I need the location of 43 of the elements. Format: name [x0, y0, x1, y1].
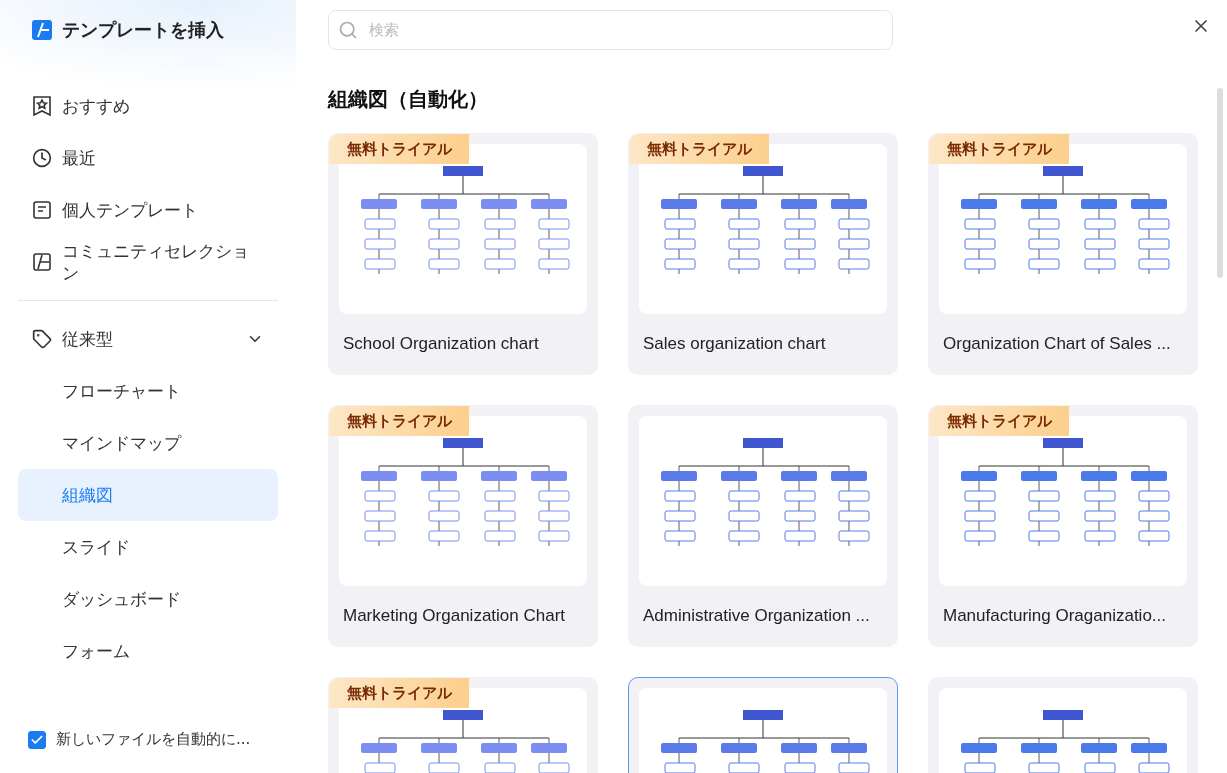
app-logo-icon [32, 20, 52, 40]
template-title: Sales organization chart [643, 334, 826, 354]
template-title: Marketing Organization Chart [343, 606, 566, 626]
template-title: School Organization chart [343, 334, 539, 354]
template-card[interactable]: 無料トライアル Organization Chart of Sales ... [928, 133, 1198, 375]
template-title: Administrative Organization ... [643, 606, 870, 626]
template-title: Organization Chart of Sales ... [943, 334, 1171, 354]
search-field[interactable]: 検索 [328, 10, 893, 50]
section-title: 組織図（自動化） [328, 86, 489, 113]
star-bookmark-icon [32, 95, 52, 117]
template-card[interactable]: Administrative Organization ... [628, 405, 898, 647]
sidebar-item[interactable]: 最近 [18, 132, 278, 184]
sidebar-subitem[interactable]: マインドマップ [18, 417, 278, 469]
tag-icon [32, 329, 52, 349]
template-title: Manufacturing Oraganizatio... [943, 606, 1166, 626]
trial-badge: 無料トライアル [329, 406, 469, 436]
trial-badge: 無料トライアル [329, 134, 469, 164]
sidebar-subitem[interactable]: フローチャート [18, 365, 278, 417]
sidebar-subitem[interactable]: スライド [18, 521, 278, 573]
category-group-header[interactable]: 従来型 [18, 313, 278, 365]
template-card[interactable]: 無料トライアル [328, 677, 598, 773]
sidebar-item[interactable]: おすすめ [18, 80, 278, 132]
clock-icon [32, 148, 52, 168]
sidebar-subitem[interactable]: 組織図 [18, 469, 278, 521]
template-card[interactable]: 無料トライアル Sales organization chart [628, 133, 898, 375]
sidebar-subitem[interactable]: ダッシュボード [18, 573, 278, 625]
trial-badge: 無料トライアル [929, 406, 1069, 436]
template-card[interactable]: 無料トライアル School Organization chart [328, 133, 598, 375]
scrollbar[interactable] [1217, 88, 1223, 278]
trial-badge: 無料トライアル [629, 134, 769, 164]
template-card[interactable]: 無料トライアル Marketing Organization Chart [328, 405, 598, 647]
trial-badge: 無料トライアル [329, 678, 469, 708]
template-card[interactable]: 無料トライアル Manufacturing Oraganizatio... [928, 405, 1198, 647]
sidebar-item[interactable]: 個人テンプレート [18, 184, 278, 236]
dialog-title: テンプレートを挿入 [62, 18, 224, 42]
checkbox-label: 新しいファイルを自動的に... [56, 730, 251, 749]
search-icon [338, 20, 358, 40]
sidebar-subitem[interactable]: フォーム [18, 625, 278, 677]
sidebar-item[interactable]: コミュニティセレクション [18, 236, 278, 288]
document-icon [32, 200, 52, 220]
layout-panel-icon [32, 252, 52, 272]
checkbox[interactable] [28, 730, 46, 749]
trial-badge: 無料トライアル [929, 134, 1069, 164]
